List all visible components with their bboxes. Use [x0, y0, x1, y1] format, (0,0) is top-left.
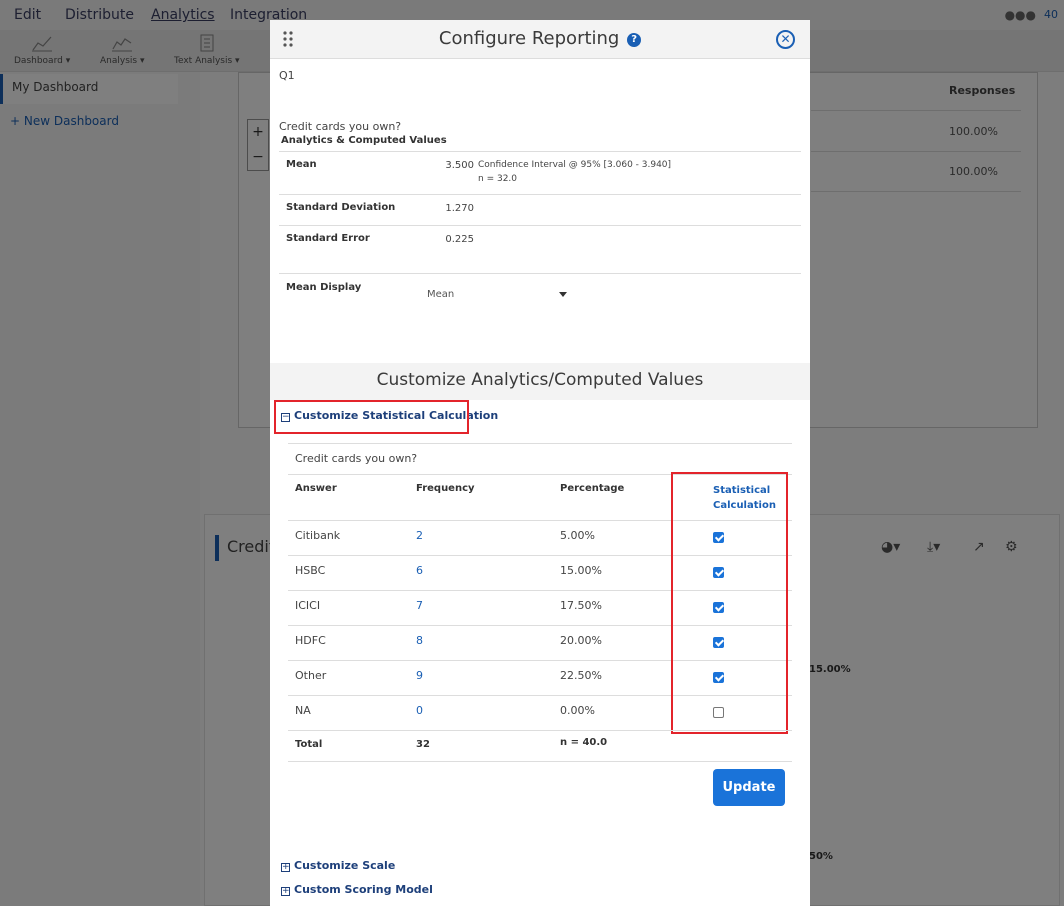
chevron-down-icon: [559, 292, 567, 297]
frequency-link[interactable]: 2: [416, 529, 423, 542]
total-n: n = 40.0: [560, 737, 608, 748]
answer-cell: ICICI: [295, 599, 321, 612]
mean-label: Mean: [286, 159, 317, 170]
frequency-link[interactable]: 0: [416, 704, 423, 717]
table-question: Credit cards you own?: [295, 452, 418, 465]
mean-display-select[interactable]: Mean: [427, 289, 567, 300]
stat-row-divider: [279, 273, 801, 274]
modal-title-text: Configure Reporting: [438, 28, 620, 49]
modal-header: Configure Reporting ? ✕: [270, 20, 810, 59]
stat-row-divider: [279, 194, 801, 195]
col-frequency: Frequency: [416, 483, 475, 494]
percentage-cell: 22.50%: [560, 669, 602, 682]
question-id: Q1: [279, 69, 295, 82]
customize-title: Customize Analytics/Computed Values: [376, 370, 704, 390]
confidence-interval: Confidence Interval @ 95% [3.060 - 3.940…: [478, 158, 671, 186]
percentage-cell: 17.50%: [560, 599, 602, 612]
col-answer: Answer: [295, 483, 337, 494]
answer-cell: HDFC: [295, 634, 326, 647]
section-label: Analytics & Computed Values: [281, 135, 447, 146]
frequency-link[interactable]: 9: [416, 669, 423, 682]
col-percentage: Percentage: [560, 483, 625, 494]
confidence-interval-text: Confidence Interval @ 95% [3.060 - 3.940…: [478, 160, 672, 170]
table-divider: [288, 730, 792, 731]
std-dev-label: Standard Deviation: [286, 202, 396, 213]
mean-display-label: Mean Display: [286, 282, 362, 293]
configure-reporting-modal: Configure Reporting ? ✕ Q1 Credit cards …: [270, 20, 810, 906]
mean-value: 3.500: [445, 160, 474, 171]
percentage-cell: 5.00%: [560, 529, 595, 542]
std-error-value: 0.225: [445, 234, 474, 245]
percentage-cell: 15.00%: [560, 564, 602, 577]
close-icon[interactable]: ✕: [776, 30, 795, 49]
table-divider: [288, 761, 792, 762]
mean-display-value: Mean: [427, 289, 455, 300]
stat-row-divider: [279, 225, 801, 226]
table-divider: [288, 443, 792, 444]
std-error-label: Standard Error: [286, 233, 370, 244]
help-icon[interactable]: ?: [627, 33, 642, 47]
custom-scoring-toggle[interactable]: + Custom Scoring Model: [281, 883, 433, 896]
percentage-cell: 0.00%: [560, 704, 595, 717]
total-label: Total: [295, 739, 323, 750]
stat-row-divider: [279, 151, 801, 152]
frequency-link[interactable]: 7: [416, 599, 423, 612]
answer-cell: HSBC: [295, 564, 326, 577]
std-dev-value: 1.270: [445, 203, 474, 214]
total-frequency: 32: [416, 739, 430, 750]
update-button[interactable]: Update: [713, 769, 785, 806]
highlight-box: [671, 472, 788, 734]
highlight-box: [274, 400, 469, 434]
custom-scoring-label: Custom Scoring Model: [294, 883, 433, 896]
customize-scale-label: Customize Scale: [294, 859, 396, 872]
plus-icon: +: [281, 862, 290, 872]
percentage-cell: 20.00%: [560, 634, 602, 647]
answer-cell: NA: [295, 704, 311, 717]
modal-title: Configure Reporting ?: [270, 28, 810, 49]
answer-cell: Other: [295, 669, 327, 682]
plus-icon: +: [281, 886, 290, 896]
frequency-link[interactable]: 8: [416, 634, 423, 647]
frequency-link[interactable]: 6: [416, 564, 423, 577]
sample-size: n = 32.0: [478, 174, 518, 184]
customize-scale-toggle[interactable]: + Customize Scale: [281, 859, 395, 872]
answer-cell: Citibank: [295, 529, 341, 542]
question-text: Credit cards you own?: [279, 120, 402, 133]
